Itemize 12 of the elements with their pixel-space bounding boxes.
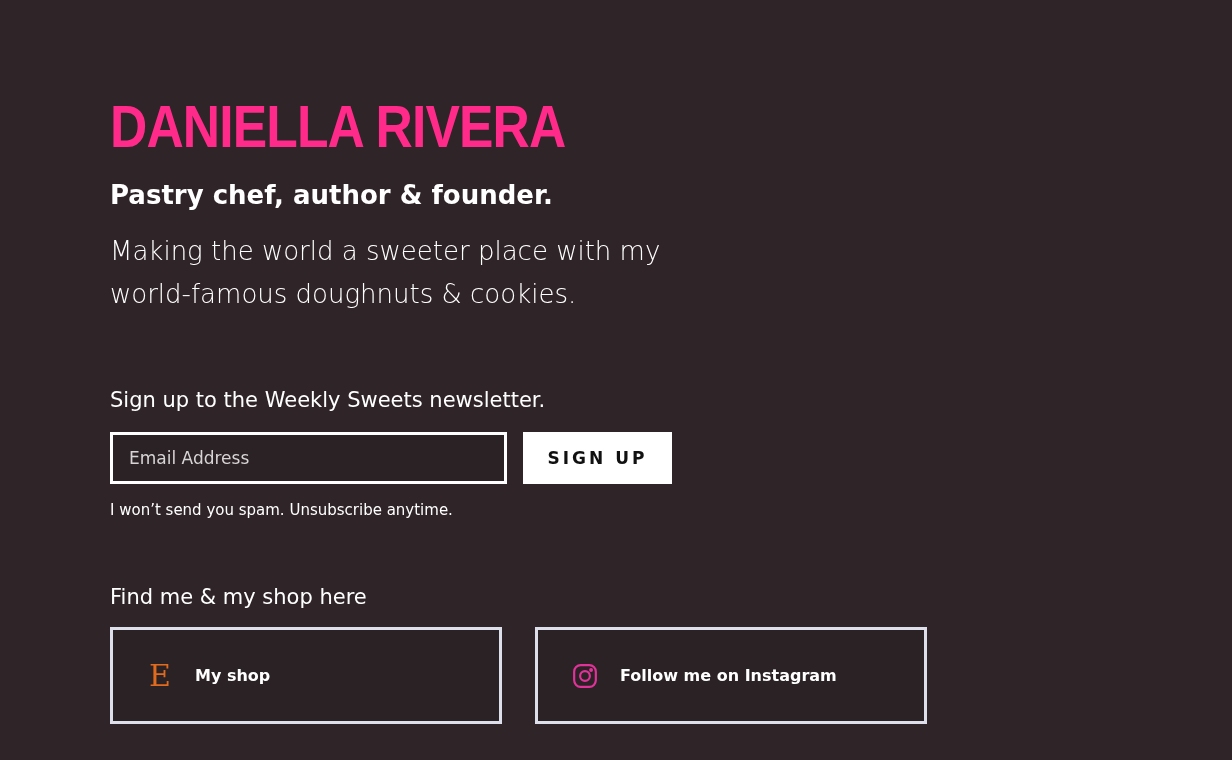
links-heading: Find me & my shop here [110,585,367,609]
email-field[interactable]: Email Address [110,432,507,484]
link-card[interactable]: Follow me on Instagram [535,627,927,724]
sign-up-button[interactable]: SIGN UP [523,432,672,484]
page-title: DANIELLA RIVERA [110,92,566,162]
camera-icon [572,662,598,689]
spam-note: I won’t send you spam. Unsubscribe anytime. [110,501,453,519]
description: Making the world a sweeter place with my world-famous doughnuts & cookies. [110,235,662,311]
tagline: Pastry chef, author & founder. [110,180,553,210]
shop-logo-icon: E [147,658,173,693]
link-card[interactable]: E My shop [110,627,502,724]
newsletter-label: Sign up to the Weekly Sweets newsletter. [110,388,546,412]
